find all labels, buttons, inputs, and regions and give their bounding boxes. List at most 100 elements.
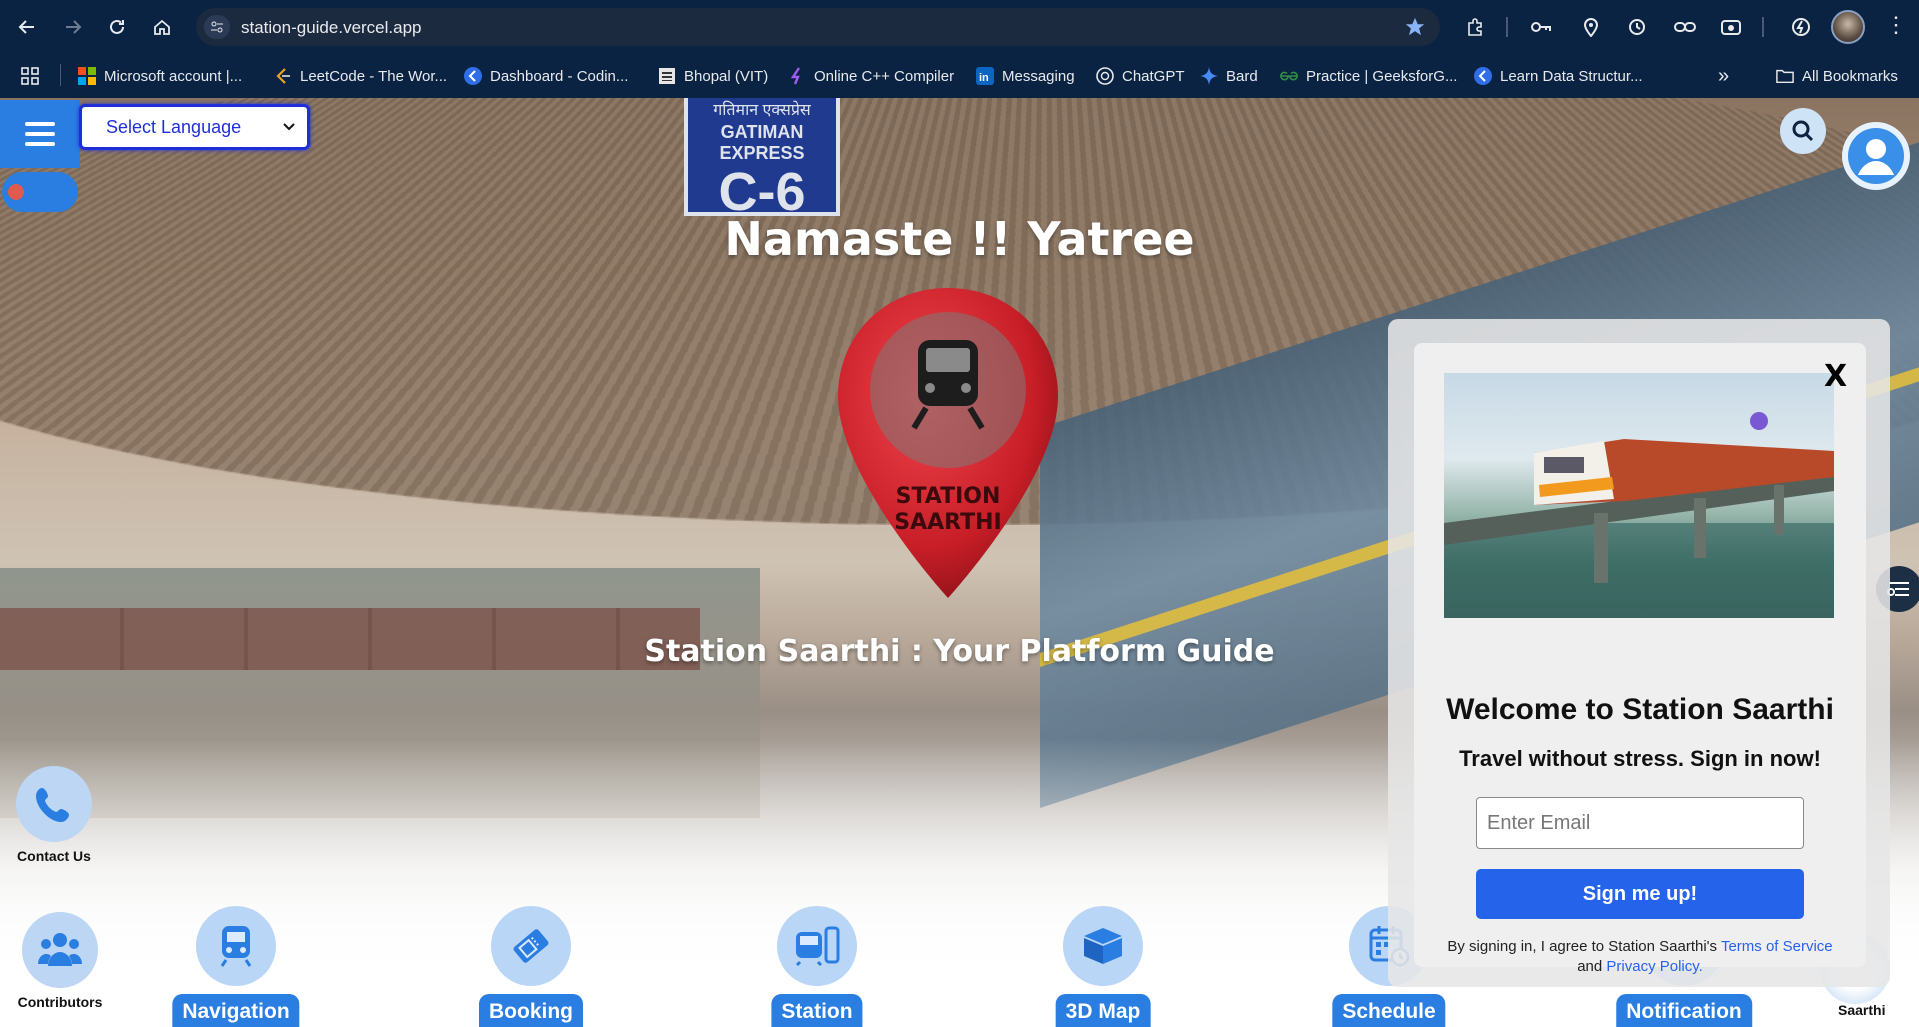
page: गतिमान एक्सप्रेस GATIMAN EXPRESS C-6 Nam…: [0, 98, 1919, 1027]
toolbar-divider: [1762, 17, 1764, 37]
apps-grid-icon[interactable]: [20, 64, 40, 88]
saarthi-label: Saarthi: [1838, 1002, 1886, 1018]
legal-and: and: [1577, 958, 1607, 975]
feature-label: Station: [771, 994, 863, 1027]
close-button[interactable]: X: [1824, 359, 1847, 394]
theme-toggle[interactable]: [2, 172, 78, 212]
extensions-icon[interactable]: [1462, 14, 1488, 40]
all-bookmarks-folder[interactable]: All Bookmarks: [1776, 64, 1898, 88]
bookmark-label: Messaging: [1002, 67, 1075, 85]
vit-icon: [658, 67, 676, 85]
bookmark-vit[interactable]: Bhopal (VIT): [658, 64, 768, 88]
train-icon: [196, 906, 276, 986]
linkedin-icon: in: [976, 67, 994, 85]
legal-prefix: By signing in, I agree to Station Saarth…: [1447, 938, 1721, 955]
codingninjas-icon: [1474, 67, 1492, 85]
user-avatar-icon[interactable]: [1842, 122, 1910, 190]
screenshot-icon[interactable]: [1718, 14, 1744, 40]
bookmark-dashboard[interactable]: Dashboard - Codin...: [464, 64, 628, 88]
bookmark-learn-dsa[interactable]: Learn Data Structur...: [1474, 64, 1643, 88]
feature-3d-map[interactable]: 3D Map: [1023, 906, 1183, 1027]
signup-button[interactable]: Sign me up!: [1476, 869, 1804, 919]
bookmark-star-icon[interactable]: [1404, 16, 1426, 43]
search-icon[interactable]: [1780, 108, 1826, 154]
contact-us-label: Contact Us: [17, 848, 91, 864]
bookmark-label: Dashboard - Codin...: [490, 67, 629, 85]
all-bookmarks-label: All Bookmarks: [1802, 67, 1898, 85]
microsoft-icon: [78, 67, 96, 85]
bookmark-label: Online C++ Compiler: [814, 67, 955, 85]
link-icon[interactable]: [1672, 14, 1698, 40]
codingninjas-icon: [464, 67, 482, 85]
site-info-icon[interactable]: [204, 15, 230, 39]
home-icon[interactable]: [147, 12, 177, 42]
feature-label: Notification: [1616, 994, 1752, 1027]
bookmark-label: LeetCode - The Wor...: [300, 67, 448, 85]
bookmark-leetcode[interactable]: LeetCode - The Wor...: [274, 64, 447, 88]
location-icon[interactable]: [1578, 14, 1604, 40]
toggle-knob: [8, 184, 24, 200]
hero-title: Namaste !! Yatree: [724, 212, 1195, 266]
bookmark-geeksforgeeks[interactable]: Practice | GeeksforG...: [1280, 64, 1457, 88]
profile-avatar[interactable]: [1831, 10, 1865, 44]
modal-subtitle: Travel without stress. Sign in now!: [1459, 746, 1821, 771]
terms-link[interactable]: Terms of Service: [1721, 938, 1833, 955]
bookmark-label: Practice | GeeksforG...: [1306, 67, 1458, 85]
bookmarks-bar: Microsoft account |... LeetCode - The Wo…: [0, 54, 1919, 98]
contributors-button[interactable]: Contributors: [17, 912, 103, 1010]
bookmark-label: ChatGPT: [1122, 67, 1185, 85]
feature-station[interactable]: Station: [737, 906, 897, 1027]
performance-icon[interactable]: [1788, 14, 1814, 40]
compiler-icon: [788, 67, 806, 85]
url-text: station-guide.vercel.app: [241, 18, 422, 37]
browser-toolbar: station-guide.vercel.app ⋮: [0, 0, 1919, 54]
contributors-label: Contributors: [17, 994, 103, 1010]
ticket-icon: [491, 906, 571, 986]
more-bookmarks-icon[interactable]: »: [1718, 64, 1729, 88]
modal-title: Welcome to Station Saarthi: [1446, 693, 1834, 726]
logo-text: STATION SAARTHI: [826, 484, 1070, 536]
bookmark-compiler[interactable]: Online C++ Compiler: [788, 64, 954, 88]
chevron-down-icon: [283, 118, 295, 136]
contact-us-button[interactable]: Contact Us: [14, 766, 94, 864]
feature-label: Booking: [479, 994, 583, 1027]
signin-modal-overlay: X Welcome to Station Saarthi Travel with…: [1388, 319, 1890, 987]
language-select-value: Select Language: [106, 116, 242, 137]
logo-line1: STATION: [895, 484, 1001, 509]
bookmark-microsoft[interactable]: Microsoft account |...: [78, 64, 242, 88]
feature-label: 3D Map: [1055, 994, 1151, 1027]
browser-chrome: station-guide.vercel.app ⋮ Microsoft acc…: [0, 0, 1919, 98]
bookmark-chatgpt[interactable]: ChatGPT: [1096, 64, 1185, 88]
train-bridge-image: [1444, 373, 1834, 618]
box-icon: [1063, 906, 1143, 986]
bookmark-label: Learn Data Structur...: [1500, 67, 1643, 85]
bookmark-messaging[interactable]: in Messaging: [976, 64, 1075, 88]
language-select[interactable]: Select Language: [79, 104, 310, 150]
chatgpt-icon: [1096, 67, 1114, 85]
menu-kebab-icon[interactable]: ⋮: [1885, 14, 1907, 36]
bookmark-label: Microsoft account |...: [104, 67, 243, 85]
hamburger-menu-icon[interactable]: [0, 100, 80, 168]
geeksforgeeks-icon: [1280, 67, 1298, 85]
bard-icon: [1200, 67, 1218, 85]
group-icon: [22, 912, 98, 988]
forward-icon[interactable]: [58, 12, 88, 42]
station-icon: [777, 906, 857, 986]
address-bar[interactable]: station-guide.vercel.app: [196, 8, 1440, 46]
bookmark-label: Bard: [1226, 67, 1258, 85]
bookmark-bard[interactable]: Bard: [1200, 64, 1258, 88]
password-key-icon[interactable]: [1528, 14, 1554, 40]
feature-navigation[interactable]: Navigation: [156, 906, 316, 1027]
bookmarks-divider: [60, 64, 61, 86]
history-icon[interactable]: [1624, 14, 1650, 40]
station-saarthi-logo: [838, 288, 1058, 598]
email-field[interactable]: [1476, 797, 1804, 849]
privacy-link[interactable]: Privacy Policy.: [1606, 958, 1702, 975]
feature-booking[interactable]: Booking: [451, 906, 611, 1027]
legal-notice: By signing in, I agree to Station Saarth…: [1414, 937, 1866, 977]
toolbar-divider: [1506, 17, 1508, 37]
folder-icon: [1776, 67, 1794, 85]
back-icon[interactable]: [12, 12, 42, 42]
reload-icon[interactable]: [102, 12, 132, 42]
coach-sign-hindi: गतिमान एक्सप्रेस: [713, 102, 811, 119]
